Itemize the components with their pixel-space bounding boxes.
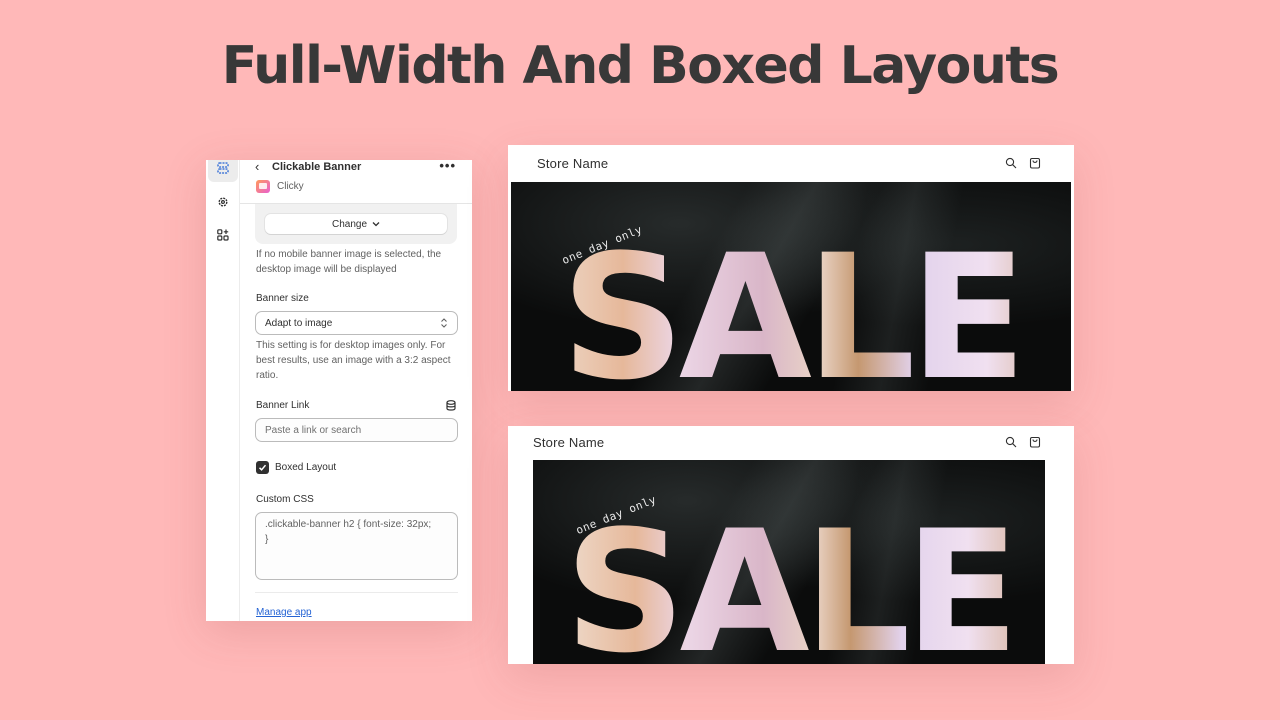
panel-content: ‹ Clickable Banner ••• Clicky Change If … xyxy=(240,160,472,621)
change-button-label: Change xyxy=(331,218,368,230)
apps-add-icon xyxy=(217,229,229,241)
banner-headline: SALE xyxy=(533,508,1045,664)
banner-link-label: Banner Link xyxy=(256,400,310,411)
sidebar-rail xyxy=(206,160,240,621)
banner-link-placeholder: Paste a link or search xyxy=(265,424,362,436)
store-name[interactable]: Store Name xyxy=(533,435,604,450)
search-icon[interactable] xyxy=(1005,436,1017,448)
change-image-button[interactable]: Change xyxy=(265,214,447,234)
banner-image[interactable]: one day only SALE xyxy=(533,460,1045,664)
banner-size-help: This setting is for desktop images only.… xyxy=(256,340,451,381)
block-title: Clickable Banner xyxy=(272,161,362,173)
search-icon[interactable] xyxy=(1005,157,1017,169)
chevron-down-icon xyxy=(372,222,380,227)
boxed-layout-checkbox[interactable] xyxy=(256,461,269,474)
cart-icon[interactable] xyxy=(1029,436,1041,448)
banner-link-input[interactable]: Paste a link or search xyxy=(255,418,458,442)
gear-icon xyxy=(218,197,228,207)
custom-css-textarea[interactable]: .clickable-banner h2 { font-size: 32px; … xyxy=(255,512,458,580)
store-name[interactable]: Store Name xyxy=(537,156,608,171)
custom-css-label: Custom CSS xyxy=(256,494,314,505)
dynamic-source-icon[interactable] xyxy=(446,400,456,411)
divider xyxy=(255,592,458,593)
banner-image[interactable]: one day only SALE xyxy=(511,182,1071,391)
app-icon xyxy=(256,180,270,193)
more-options-icon[interactable]: ••• xyxy=(439,160,456,173)
panel-header: ‹ Clickable Banner ••• Clicky xyxy=(240,160,472,204)
image-picker: Change xyxy=(255,204,457,244)
back-icon[interactable]: ‹ xyxy=(255,160,259,174)
banner-size-label: Banner size xyxy=(256,293,309,304)
manage-app-link[interactable]: Manage app xyxy=(256,607,312,618)
rail-settings-button[interactable] xyxy=(208,188,238,216)
rail-apps-button[interactable] xyxy=(208,221,238,249)
banner-headline: SALE xyxy=(511,231,1071,391)
boxed-preview: Store Name one day only SALE xyxy=(508,426,1074,664)
app-name: Clicky xyxy=(277,181,304,192)
select-arrows-icon xyxy=(441,318,447,328)
sections-icon xyxy=(217,162,229,174)
banner-size-select[interactable]: Adapt to image xyxy=(255,311,458,335)
boxed-layout-label[interactable]: Boxed Layout xyxy=(275,462,336,473)
settings-panel: ‹ Clickable Banner ••• Clicky Change If … xyxy=(206,160,472,621)
checkmark-icon xyxy=(258,464,267,471)
page-title: Full-Width And Boxed Layouts xyxy=(221,36,1060,96)
banner-size-value: Adapt to image xyxy=(265,317,333,329)
mobile-image-help: If no mobile banner image is selected, t… xyxy=(256,249,442,275)
cart-icon[interactable] xyxy=(1029,157,1041,169)
rail-sections-button[interactable] xyxy=(208,160,238,182)
full-width-preview: Store Name one day only SALE xyxy=(508,145,1074,391)
